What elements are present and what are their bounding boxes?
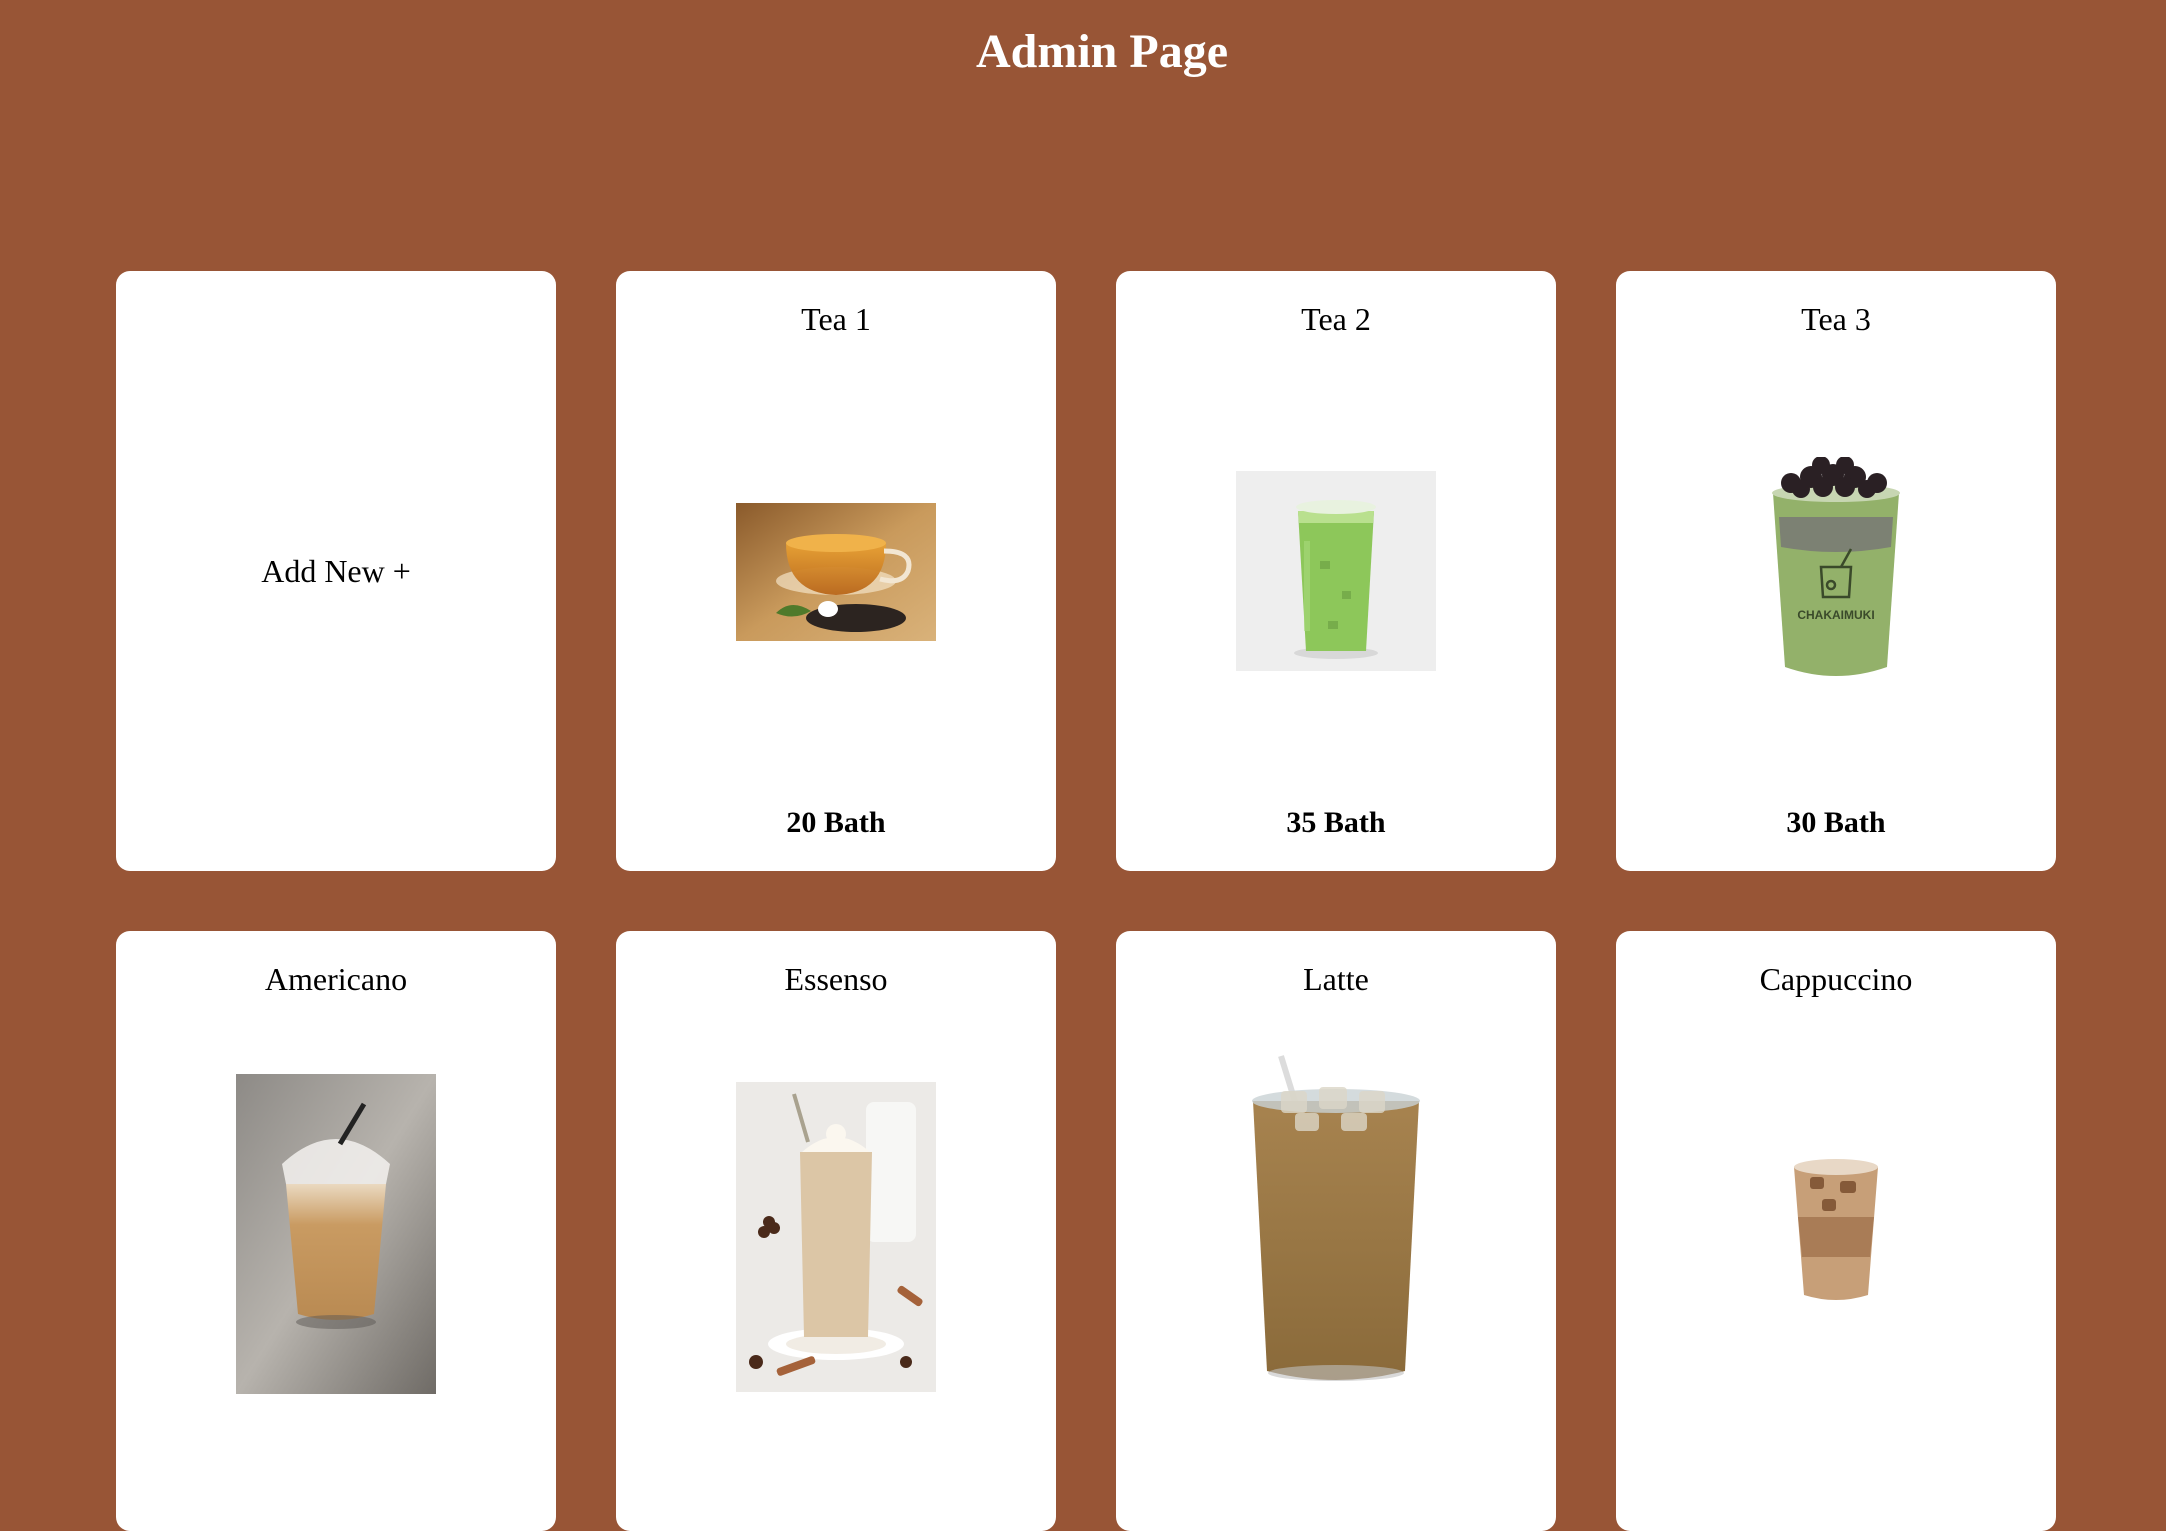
product-price: 20 Bath bbox=[786, 806, 886, 839]
product-card[interactable]: Tea 1 20 Bath bbox=[616, 271, 1056, 871]
add-new-button[interactable]: Add New + bbox=[116, 551, 556, 591]
iced-matcha-latte-image bbox=[1236, 471, 1436, 671]
product-card[interactable]: Latte bbox=[1116, 931, 1556, 1531]
product-card[interactable]: Essenso bbox=[616, 931, 1056, 1531]
product-grid: Add New + Tea 1 20 Bath Tea 2 35 Bath Te… bbox=[116, 271, 2056, 1531]
product-name: Cappuccino bbox=[1759, 961, 1913, 997]
product-name: Latte bbox=[1303, 961, 1369, 997]
product-name: Tea 1 bbox=[801, 301, 871, 337]
product-card[interactable]: Tea 2 35 Bath bbox=[1116, 271, 1556, 871]
iced-cappuccino-image bbox=[1786, 1147, 1886, 1307]
product-card[interactable]: Americano bbox=[116, 931, 556, 1531]
product-price: 35 Bath bbox=[1286, 806, 1386, 839]
product-name: Essenso bbox=[784, 961, 888, 997]
product-name: Americano bbox=[264, 961, 408, 997]
product-name: Tea 3 bbox=[1801, 301, 1871, 337]
matcha-bubble-tea-image: CHAKAIMUKI bbox=[1761, 457, 1911, 687]
product-card[interactable]: Cappuccino bbox=[1616, 931, 2056, 1531]
product-card[interactable]: Tea 3 CHAKAIMUKI 30 Bath bbox=[1616, 271, 2056, 871]
hot-tea-cup-image bbox=[736, 503, 936, 641]
product-price: 30 Bath bbox=[1786, 806, 1886, 839]
add-new-card[interactable]: Add New + bbox=[116, 271, 556, 871]
svg-text:CHAKAIMUKI: CHAKAIMUKI bbox=[1797, 608, 1874, 622]
iced-americano-image bbox=[236, 1074, 436, 1394]
iced-latte-image bbox=[1241, 1051, 1431, 1391]
product-name: Tea 2 bbox=[1301, 301, 1371, 337]
iced-milk-coffee-image bbox=[736, 1082, 936, 1392]
page-title: Admin Page bbox=[976, 25, 1228, 78]
